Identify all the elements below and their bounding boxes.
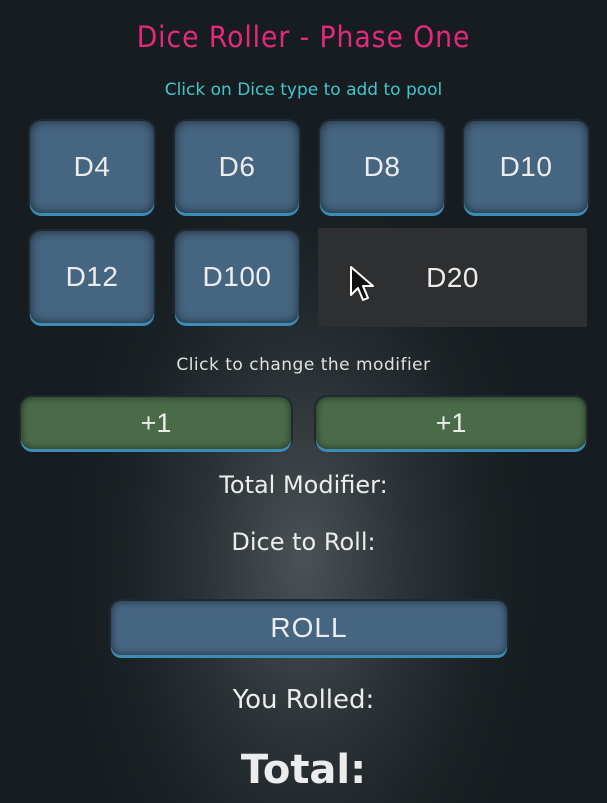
dice-instructions: Click on Dice type to add to pool — [164, 80, 443, 100]
mouse-pointer-icon — [350, 266, 374, 301]
total-label: Total: — [240, 747, 367, 793]
modifier-right-button[interactable]: +1 — [316, 397, 586, 449]
d4-button[interactable]: D4 — [30, 121, 154, 213]
d6-button[interactable]: D6 — [175, 121, 299, 213]
page-title: Dice Roller - Phase One — [136, 20, 471, 54]
d10-button[interactable]: D10 — [464, 121, 588, 213]
modifier-left-button[interactable]: +1 — [21, 397, 291, 449]
d100-button[interactable]: D100 — [175, 231, 299, 323]
dice-to-roll-label: Dice to Roll: — [231, 528, 376, 556]
roll-button[interactable]: ROLL — [111, 601, 507, 655]
you-rolled-label: You Rolled: — [232, 685, 375, 715]
d12-button[interactable]: D12 — [30, 231, 154, 323]
modifier-instructions: Click to change the modifier — [176, 355, 431, 375]
total-modifier-label: Total Modifier: — [219, 471, 388, 499]
d8-button[interactable]: D8 — [320, 121, 444, 213]
